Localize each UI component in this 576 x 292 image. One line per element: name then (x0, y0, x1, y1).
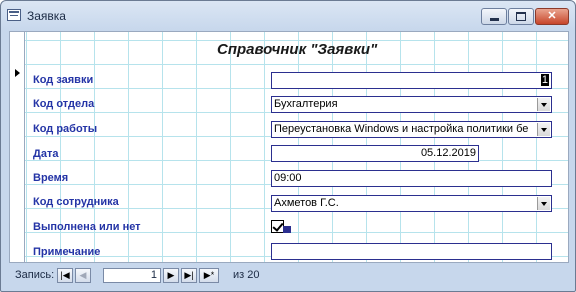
label-kod-zayavki: Код заявки (33, 74, 94, 86)
minimize-icon (489, 18, 499, 21)
primechanie-field[interactable] (271, 243, 552, 260)
form-body: Справочник "Заявки" Код заявки 1 Код отд… (9, 31, 569, 263)
record-total-value: 20 (247, 269, 260, 281)
close-icon: ✕ (547, 10, 557, 22)
record-total: из 20 (233, 269, 260, 281)
label-data: Дата (33, 148, 59, 160)
label-primechanie: Примечание (33, 246, 101, 258)
label-vremya: Время (33, 172, 69, 184)
new-record-icon: ▶* (203, 270, 215, 280)
record-label: Запись: (15, 269, 55, 281)
kod-otdela-value: Бухгалтерия (274, 98, 338, 110)
previous-record-button[interactable]: ◀ (75, 268, 91, 283)
vremya-field[interactable]: 09:00 (271, 170, 552, 187)
kod-zayavki-value: 1 (540, 74, 549, 86)
record-selector[interactable] (10, 32, 25, 262)
checkbox-focus-mark (283, 226, 291, 233)
minimize-button[interactable] (481, 8, 507, 25)
chevron-down-icon[interactable] (537, 98, 550, 111)
form-heading: Справочник "Заявки" (217, 41, 378, 58)
chevron-down-icon[interactable] (537, 123, 550, 136)
kod-sotrudnika-combobox[interactable]: Ахметов Г.С. (271, 195, 552, 212)
record-of-label: из (233, 269, 245, 281)
record-navigation-bar: Запись: |◀ ◀ 1 ▶ ▶| ▶* из 20 (9, 267, 569, 285)
maximize-icon (516, 12, 526, 21)
label-kod-raboty: Код работы (33, 123, 98, 135)
maximize-button[interactable] (508, 8, 534, 25)
label-kod-sotrudnika: Код сотрудника (33, 196, 119, 208)
window-title: Заявка (27, 9, 66, 23)
current-record-arrow-icon (15, 69, 20, 77)
kod-zayavki-field[interactable]: 1 (271, 72, 552, 89)
next-record-button[interactable]: ▶ (163, 268, 179, 283)
chevron-down-icon[interactable] (537, 197, 550, 210)
first-record-button[interactable]: |◀ (57, 268, 73, 283)
kod-raboty-combobox[interactable]: Переустановка Windows и настройка полити… (271, 121, 552, 138)
last-record-icon: ▶| (184, 270, 194, 280)
kod-raboty-value: Переустановка Windows и настройка полити… (274, 123, 529, 135)
data-field[interactable]: 05.12.2019 (271, 145, 479, 162)
next-record-icon: ▶ (167, 270, 175, 280)
label-kod-otdela: Код отдела (33, 98, 95, 110)
previous-record-icon: ◀ (79, 270, 87, 280)
close-button[interactable]: ✕ (535, 8, 569, 25)
label-vypolnena: Выполнена или нет (33, 221, 141, 233)
kod-otdela-combobox[interactable]: Бухгалтерия (271, 96, 552, 113)
form-window: Заявка ✕ Справочник "Заявки" Код заявки … (0, 0, 576, 292)
kod-sotrudnika-value: Ахметов Г.С. (274, 197, 339, 209)
current-record-input[interactable]: 1 (103, 268, 161, 283)
last-record-button[interactable]: ▶| (181, 268, 197, 283)
new-record-button[interactable]: ▶* (199, 268, 219, 283)
first-record-icon: |◀ (60, 270, 70, 280)
title-bar: Заявка ✕ (1, 1, 575, 31)
form-icon (7, 9, 21, 21)
